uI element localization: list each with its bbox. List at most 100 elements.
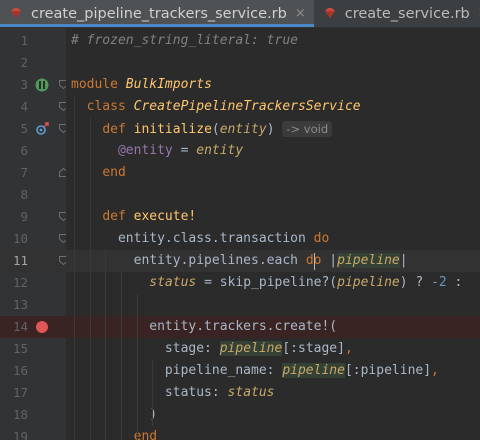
line-number: 15 (12, 341, 28, 356)
code-line[interactable]: # frozen_string_literal: true (66, 30, 480, 52)
gutter-row[interactable]: 12 (0, 272, 66, 294)
code-token: stage: (71, 341, 220, 356)
line-number: 8 (20, 187, 28, 202)
line-number: 6 (20, 143, 28, 158)
type-hint: -> void (282, 121, 333, 137)
indent-guide (136, 294, 138, 440)
code-token: entity.trackers.create!( (71, 319, 338, 334)
code-line[interactable]: entity.class.transaction do (66, 228, 480, 250)
tab-0[interactable]: create_pipeline_trackers_service.rb × (0, 0, 314, 27)
code-line[interactable]: def execute! (66, 206, 480, 228)
line-number: 18 (12, 407, 28, 422)
indent-guide (89, 118, 91, 440)
breakpoint-icon[interactable] (35, 320, 49, 334)
code-token: [:pipeline] (344, 363, 432, 378)
code-token: pipeline (282, 363, 345, 378)
gutter-row[interactable]: 18 (0, 404, 66, 426)
code-line[interactable]: ) (66, 404, 480, 426)
tab-label: create_service.rb (344, 5, 470, 22)
line-number: 19 (12, 429, 28, 440)
code-text: def initialize(entity) -> void (71, 118, 333, 141)
close-icon[interactable]: × (295, 6, 306, 21)
code-token: pipeline (219, 341, 283, 356)
editor-tab-bar: create_pipeline_trackers_service.rb × crea… (0, 0, 480, 28)
line-number: 5 (20, 121, 28, 136)
code-text: entity.trackers.create!( (71, 316, 337, 338)
code-text: ) (71, 404, 157, 426)
gutter-row[interactable]: 19 (0, 426, 66, 440)
indent-guide (121, 272, 123, 440)
code-token: pipeline (337, 253, 400, 268)
tab-1[interactable]: create_service.rb× (314, 0, 480, 27)
code-token: | (321, 253, 338, 268)
line-number: 7 (20, 165, 28, 180)
code-token: | (399, 253, 408, 268)
gutter-row[interactable]: 4 (0, 96, 66, 118)
code-text: stage: pipeline[:stage], (71, 338, 353, 360)
code-token: def (102, 209, 134, 224)
code-token: = (172, 143, 197, 158)
code-line[interactable]: entity.pipelines.each do |pipeline| (66, 250, 480, 272)
gutter-row[interactable]: 1 (0, 30, 66, 52)
code-token: ) ? (399, 275, 432, 290)
line-number: 11 (12, 253, 28, 268)
line-number: 9 (20, 209, 28, 224)
line-number: 3 (20, 77, 28, 92)
code-line[interactable]: stage: pipeline[:stage], (66, 338, 480, 360)
code-token: def (102, 122, 134, 137)
gutter-row[interactable]: 6 (0, 140, 66, 162)
code-token: do (313, 231, 330, 246)
gutter-row[interactable]: 15 (0, 338, 66, 360)
code-line[interactable]: class CreatePipelineTrackersService (66, 96, 480, 118)
override-gutter-icon[interactable] (35, 122, 49, 136)
code-editor[interactable]: # frozen_string_literal: true module Bulk… (66, 28, 480, 440)
gutter-row[interactable]: 16 (0, 360, 66, 382)
gutter-row[interactable]: 9 (0, 206, 66, 228)
code-line[interactable]: status: status (66, 382, 480, 404)
code-token: , (344, 341, 353, 356)
gutter-row[interactable]: 3 (0, 74, 66, 96)
gutter-row[interactable]: 17 (0, 382, 66, 404)
gutter-row[interactable]: 14 (0, 316, 66, 338)
code-text: entity.pipelines.each do |pipeline| (71, 250, 408, 272)
code-token: , (431, 363, 439, 378)
gutter-row[interactable]: 7 (0, 162, 66, 184)
code-line[interactable] (66, 52, 480, 74)
code-token: [:stage] (282, 341, 345, 356)
code-line[interactable]: end (66, 426, 480, 440)
code-token: = skip_pipeline?( (196, 275, 338, 290)
code-token: execute! (133, 209, 197, 224)
code-text: @entity = entity (71, 140, 243, 162)
code-line[interactable]: entity.trackers.create!( (66, 316, 480, 338)
gutter-row[interactable]: 2 (0, 52, 66, 74)
editor-gutter[interactable]: 1 2 3 4 5 6 7 8 9 10 11 12 13 14 15 16 17 18 19 (0, 28, 68, 440)
gutter-row[interactable]: 5 (0, 118, 66, 140)
gutter-row[interactable]: 11 (0, 250, 66, 272)
code-line[interactable]: status = skip_pipeline?(pipeline) ? -2 : (66, 272, 480, 294)
code-line[interactable] (66, 294, 480, 316)
code-line[interactable] (66, 184, 480, 206)
gutter-row[interactable]: 8 (0, 184, 66, 206)
code-line[interactable]: end (66, 162, 480, 184)
code-token: status (227, 385, 275, 400)
module-gutter-icon[interactable] (35, 78, 49, 92)
ruby-file-icon (10, 8, 22, 19)
code-line[interactable]: pipeline_name: pipeline[:pipeline], (66, 360, 480, 382)
gutter-row[interactable]: 13 (0, 294, 66, 316)
code-line[interactable]: module BulkImports (66, 74, 480, 96)
gutter-row[interactable]: 10 (0, 228, 66, 250)
line-number: 1 (20, 33, 28, 48)
code-line[interactable]: @entity = entity (66, 140, 480, 162)
code-text: class CreatePipelineTrackersService (71, 96, 361, 118)
code-token: pipeline (337, 275, 400, 290)
line-number: 2 (20, 55, 28, 70)
line-number: 13 (12, 297, 28, 312)
code-line[interactable]: def initialize(entity) -> void (66, 118, 480, 140)
code-token: class (86, 99, 134, 114)
code-token: ) (266, 122, 283, 137)
code-token: # frozen_string_literal: true (71, 33, 298, 48)
